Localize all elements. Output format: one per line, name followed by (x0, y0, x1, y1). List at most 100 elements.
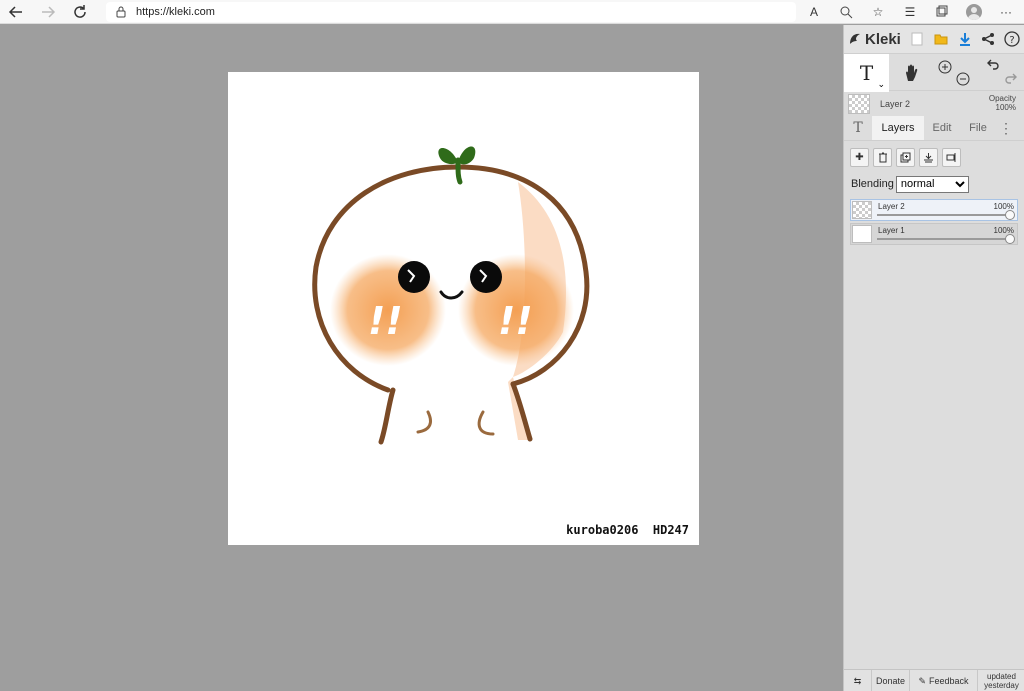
help-button[interactable]: ? (1000, 27, 1024, 51)
save-image-button[interactable] (953, 27, 977, 51)
undo-icon[interactable] (986, 58, 1000, 72)
layer-opacity-handle[interactable] (1005, 210, 1015, 220)
blending-row: Blending normal (844, 173, 1024, 195)
forward-button[interactable] (32, 0, 64, 24)
kebab-menu-icon: ⋮ (999, 119, 1013, 136)
kleki-logo-icon (850, 33, 860, 44)
redo-icon[interactable] (1004, 72, 1018, 86)
text-tool-icon: T (859, 61, 874, 85)
canvas-area[interactable]: !! !! kuroba0206 HD247 (0, 25, 843, 691)
sprout-stem (455, 157, 463, 185)
add-layer-button[interactable]: ✚ (850, 147, 869, 167)
layer-name: Layer 2 (878, 202, 905, 211)
feedback-label: Feedback (929, 676, 969, 686)
duplicate-layer-button[interactable] (896, 147, 915, 167)
merge-down-icon (924, 152, 933, 162)
panel-tabs: T Layers Edit File ⋮ (844, 116, 1024, 141)
read-aloud-icon: A (809, 5, 818, 19)
tab-tool-settings[interactable]: T (844, 116, 872, 140)
new-file-icon (911, 32, 923, 46)
layer-item-1[interactable]: Layer 1 100% (850, 223, 1018, 245)
opacity-label: Opacity (988, 94, 1016, 103)
delete-layer-button[interactable] (873, 147, 892, 167)
layer-name: Layer 1 (878, 226, 905, 235)
read-aloud-button[interactable]: A (802, 0, 826, 24)
profile-button[interactable] (962, 0, 986, 24)
zoom-button[interactable] (834, 0, 858, 24)
svg-text:?: ? (1009, 35, 1014, 46)
favorite-button[interactable]: ☆ (866, 0, 890, 24)
url-text: https://kleki.com (136, 6, 215, 18)
trash-icon (878, 152, 887, 162)
blending-label: Blending (851, 178, 894, 190)
drawing-canvas[interactable]: !! !! kuroba0206 HD247 (228, 72, 699, 545)
undo-redo-tools (980, 54, 1024, 92)
browser-toolbar: https://kleki.com A ☆ ☰ ··· (0, 0, 1024, 24)
artist-signature: kuroba0206 HD247 (566, 523, 689, 537)
reload-button[interactable] (64, 0, 96, 24)
updated-label: updated (987, 672, 1016, 681)
changelog-link[interactable]: updated yesterday (978, 670, 1024, 691)
zoom-icon (840, 6, 853, 19)
zoom-tools (934, 54, 980, 92)
chevron-down-icon: ⌄ (877, 79, 885, 89)
updated-when: yesterday (984, 681, 1019, 690)
open-image-button[interactable] (929, 27, 953, 51)
more-button[interactable]: ··· (994, 0, 1018, 24)
folder-icon (934, 34, 948, 45)
donate-link[interactable]: Donate (872, 670, 910, 691)
hand-icon (905, 64, 917, 81)
layer-opacity-slider[interactable] (877, 238, 1009, 240)
feedback-link[interactable]: ✎ Feedback (910, 670, 978, 691)
rename-icon (946, 152, 956, 162)
zoom-out-icon[interactable] (956, 72, 970, 86)
swap-arrows-icon: ⇆ (853, 675, 862, 686)
merge-layer-button[interactable] (919, 147, 938, 167)
pencil-icon: ✎ (918, 675, 926, 686)
current-layer-info: Layer 2 Opacity 100% (844, 91, 1024, 117)
layer-item-2[interactable]: Layer 2 100% (850, 199, 1018, 221)
layer-thumbnail (852, 201, 872, 219)
side-panel: Kleki ? T ⌄ Layer 2 Opacity 100% T Layer… (843, 25, 1024, 691)
plus-icon: ✚ (855, 151, 864, 163)
more-options-button[interactable]: ⋮ (996, 116, 1016, 140)
favorites-icon: ☰ (904, 5, 916, 19)
favorites-list-button[interactable]: ☰ (898, 0, 922, 24)
rename-layer-button[interactable] (942, 147, 961, 167)
left-hand (416, 410, 432, 434)
text-tool-icon: T (853, 120, 863, 136)
tab-layers[interactable]: Layers (872, 116, 924, 140)
share-icon (982, 33, 995, 45)
app-name: Kleki (865, 30, 901, 48)
right-exclaim: !! (498, 299, 533, 343)
current-layer-name: Layer 2 (880, 99, 911, 109)
layer-opacity-slider[interactable] (877, 214, 1009, 216)
zoom-in-icon[interactable] (938, 60, 952, 74)
duplicate-icon (900, 152, 911, 162)
collections-icon (936, 5, 948, 17)
download-icon (959, 33, 970, 46)
current-layer-thumbnail (848, 94, 870, 114)
back-button[interactable] (0, 0, 32, 24)
share-button[interactable] (977, 27, 1001, 51)
star-icon: ☆ (872, 5, 884, 19)
layer-list: Layer 2 100% Layer 1 100% (844, 195, 1024, 245)
layer-thumbnail (852, 225, 872, 243)
kleki-logo[interactable]: Kleki (848, 31, 905, 48)
opacity-value: 100% (995, 103, 1016, 112)
blending-select[interactable]: normal (895, 175, 969, 193)
hand-tool-button[interactable] (889, 54, 934, 92)
text-tool-button[interactable]: T ⌄ (844, 54, 889, 92)
tab-file[interactable]: File (960, 116, 996, 140)
right-hand (477, 410, 495, 436)
address-bar[interactable]: https://kleki.com (106, 2, 796, 22)
arrow-right-icon (42, 5, 56, 18)
new-image-button[interactable] (905, 27, 929, 51)
swap-side-button[interactable]: ⇆ (844, 670, 872, 691)
character-illustration: !! !! (312, 146, 590, 445)
reload-icon (74, 4, 86, 18)
collections-button[interactable] (930, 0, 954, 24)
layer-opacity-handle[interactable] (1005, 234, 1015, 244)
tab-edit[interactable]: Edit (924, 116, 960, 140)
arrow-left-icon (8, 5, 22, 18)
